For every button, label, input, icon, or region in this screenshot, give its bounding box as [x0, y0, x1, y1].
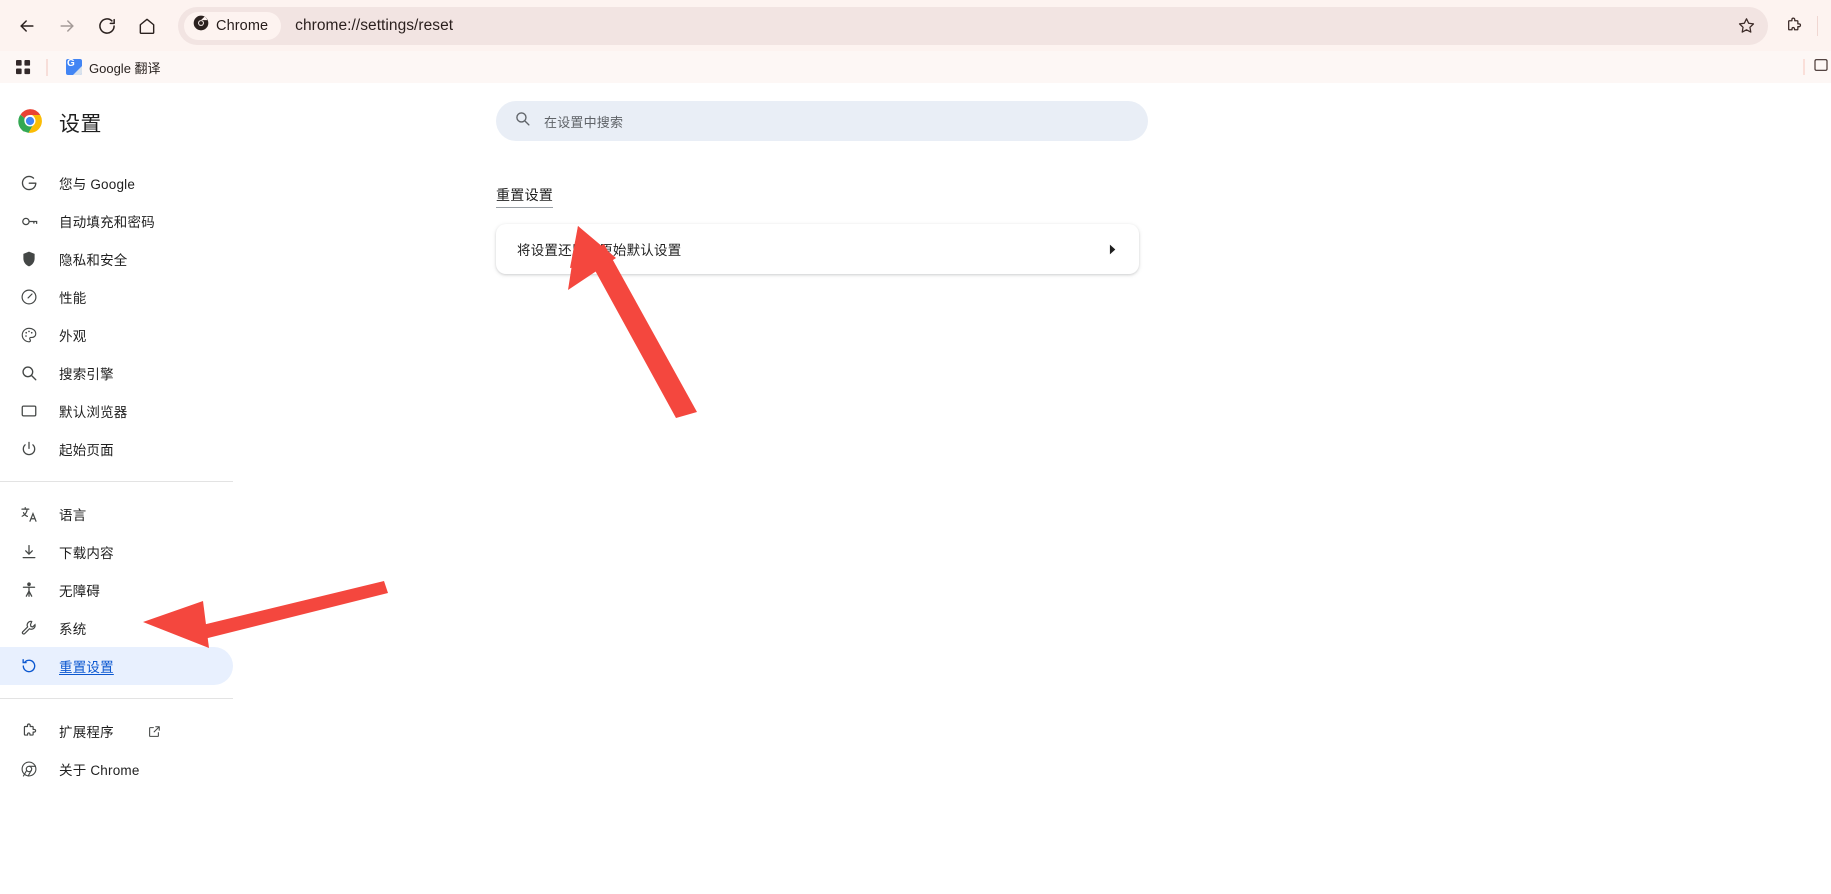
settings-search-row: 在设置中搜索	[233, 101, 1831, 141]
chevron-right-icon	[1106, 243, 1119, 256]
sidebar-label: 您与 Google	[59, 177, 136, 192]
restore-defaults-row[interactable]: 将设置还原为原始默认设置	[496, 224, 1139, 274]
sidebar-label: 系统	[59, 622, 87, 637]
sidebar-label: 无障碍	[59, 584, 101, 599]
sidebar-group-3: 扩展程序 关于 Chrome	[0, 712, 233, 788]
wrench-icon	[19, 618, 39, 638]
apps-grid-icon[interactable]	[10, 55, 36, 79]
sidebar-item-on-startup[interactable]: 起始页面	[0, 430, 233, 468]
sidebar-label: 重置设置	[59, 660, 114, 675]
palette-icon	[19, 325, 39, 345]
search-icon	[19, 363, 39, 383]
search-input[interactable]: 在设置中搜索	[496, 101, 1148, 141]
download-icon	[19, 542, 39, 562]
chrome-icon	[193, 15, 209, 36]
sidebar-item-privacy-security[interactable]: 隐私和安全	[0, 240, 233, 278]
toolbar-divider	[1817, 15, 1818, 36]
sidebar-item-autofill-passwords[interactable]: 自动填充和密码	[0, 202, 233, 240]
reset-settings-section: 重置设置 将设置还原为原始默认设置	[233, 185, 1831, 274]
settings-brand: 设置	[0, 95, 233, 151]
sidebar-label: 关于 Chrome	[59, 763, 140, 778]
restore-defaults-label: 将设置还原为原始默认设置	[517, 243, 682, 258]
sidebar-item-reset-settings[interactable]: 重置设置	[0, 647, 233, 685]
section-title: 重置设置	[496, 185, 554, 208]
back-button[interactable]	[8, 7, 46, 45]
sidebar-label: 语言	[59, 508, 87, 523]
bookmarks-bar: Google 翻译	[0, 51, 1831, 83]
omnibox-chip-label: Chrome	[216, 17, 269, 34]
sidebar-item-performance[interactable]: 性能	[0, 278, 233, 316]
speedometer-icon	[19, 287, 39, 307]
key-icon	[19, 211, 39, 231]
browser-window: Chrome chrome://settings/reset G Google …	[0, 0, 1831, 894]
google-g-icon	[19, 173, 39, 193]
search-placeholder: 在设置中搜索	[544, 114, 624, 130]
sidebar-item-system[interactable]: 系统	[0, 609, 233, 647]
sidebar-item-languages[interactable]: 语言	[0, 495, 233, 533]
omnibox-chrome-chip: Chrome	[184, 11, 282, 40]
power-icon	[19, 439, 39, 459]
settings-main: 在设置中搜索 重置设置 将设置还原为原始默认设置	[233, 83, 1831, 894]
chrome-logo-icon	[17, 108, 43, 139]
chrome-icon	[19, 759, 39, 779]
sidebar-item-appearance[interactable]: 外观	[0, 316, 233, 354]
sidebar-item-about-chrome[interactable]: 关于 Chrome	[0, 750, 233, 788]
bookmark-label: Google 翻译	[89, 60, 161, 76]
browser-toolbar: Chrome chrome://settings/reset	[0, 0, 1831, 51]
sidebar-item-you-and-google[interactable]: 您与 Google	[0, 164, 233, 202]
sidebar-label: 扩展程序	[59, 725, 114, 740]
sidebar-label: 自动填充和密码	[59, 215, 155, 230]
edge-divider	[1803, 59, 1805, 75]
sidebar-label: 起始页面	[59, 443, 114, 458]
omnibox-url-text: chrome://settings/reset	[295, 16, 454, 34]
sidebar-label: 下载内容	[59, 546, 114, 561]
sidebar-group-1: 您与 Google 自动填充和密码 隐私和安全 性能 外观 搜索引擎 默认浏览器…	[0, 164, 233, 468]
sidebar-label: 隐私和安全	[59, 253, 128, 268]
sidebar-label: 外观	[59, 329, 87, 344]
settings-page: 设置 您与 Google 自动填充和密码 隐私和安全 性能 外观 搜索引擎 默认…	[0, 83, 1831, 894]
sidebar-divider-1	[0, 481, 233, 482]
google-translate-icon	[66, 59, 82, 75]
sidebar-label: 默认浏览器	[59, 405, 128, 420]
sidebar-label: 搜索引擎	[59, 367, 114, 382]
settings-sidebar: 设置 您与 Google 自动填充和密码 隐私和安全 性能 外观 搜索引擎 默认…	[0, 83, 233, 894]
search-icon	[514, 110, 531, 132]
page-title: 设置	[59, 113, 102, 136]
sidebar-item-accessibility[interactable]: 无障碍	[0, 571, 233, 609]
reset-icon	[19, 656, 39, 676]
extensions-puzzle-icon[interactable]	[1776, 9, 1810, 43]
bookmarks-separator	[46, 58, 48, 76]
external-link-icon	[147, 724, 162, 739]
sidebar-item-default-browser[interactable]: 默认浏览器	[0, 392, 233, 430]
bookmarks-bar-right-edge	[1803, 51, 1831, 83]
sidebar-item-search-engine[interactable]: 搜索引擎	[0, 354, 233, 392]
address-bar[interactable]: Chrome chrome://settings/reset	[178, 6, 1768, 45]
puzzle-icon	[19, 721, 39, 741]
sidebar-item-extensions[interactable]: 扩展程序	[0, 712, 233, 750]
bookmark-item-google-translate[interactable]: Google 翻译	[60, 55, 167, 79]
accessibility-icon	[19, 580, 39, 600]
side-panel-icon[interactable]	[1813, 57, 1829, 78]
home-button[interactable]	[128, 7, 166, 45]
translate-icon	[19, 504, 39, 524]
shield-icon	[19, 249, 39, 269]
sidebar-group-2: 语言 下载内容 无障碍 系统 重置设置	[0, 495, 233, 685]
reset-settings-card: 将设置还原为原始默认设置	[496, 224, 1139, 274]
forward-button[interactable]	[48, 7, 86, 45]
sidebar-label: 性能	[59, 291, 87, 306]
sidebar-item-downloads[interactable]: 下载内容	[0, 533, 233, 571]
window-icon	[19, 401, 39, 421]
sidebar-divider-2	[0, 698, 233, 699]
bookmark-star-icon[interactable]	[1730, 10, 1762, 42]
toolbar-right-actions	[1774, 9, 1823, 43]
reload-button[interactable]	[88, 7, 126, 45]
